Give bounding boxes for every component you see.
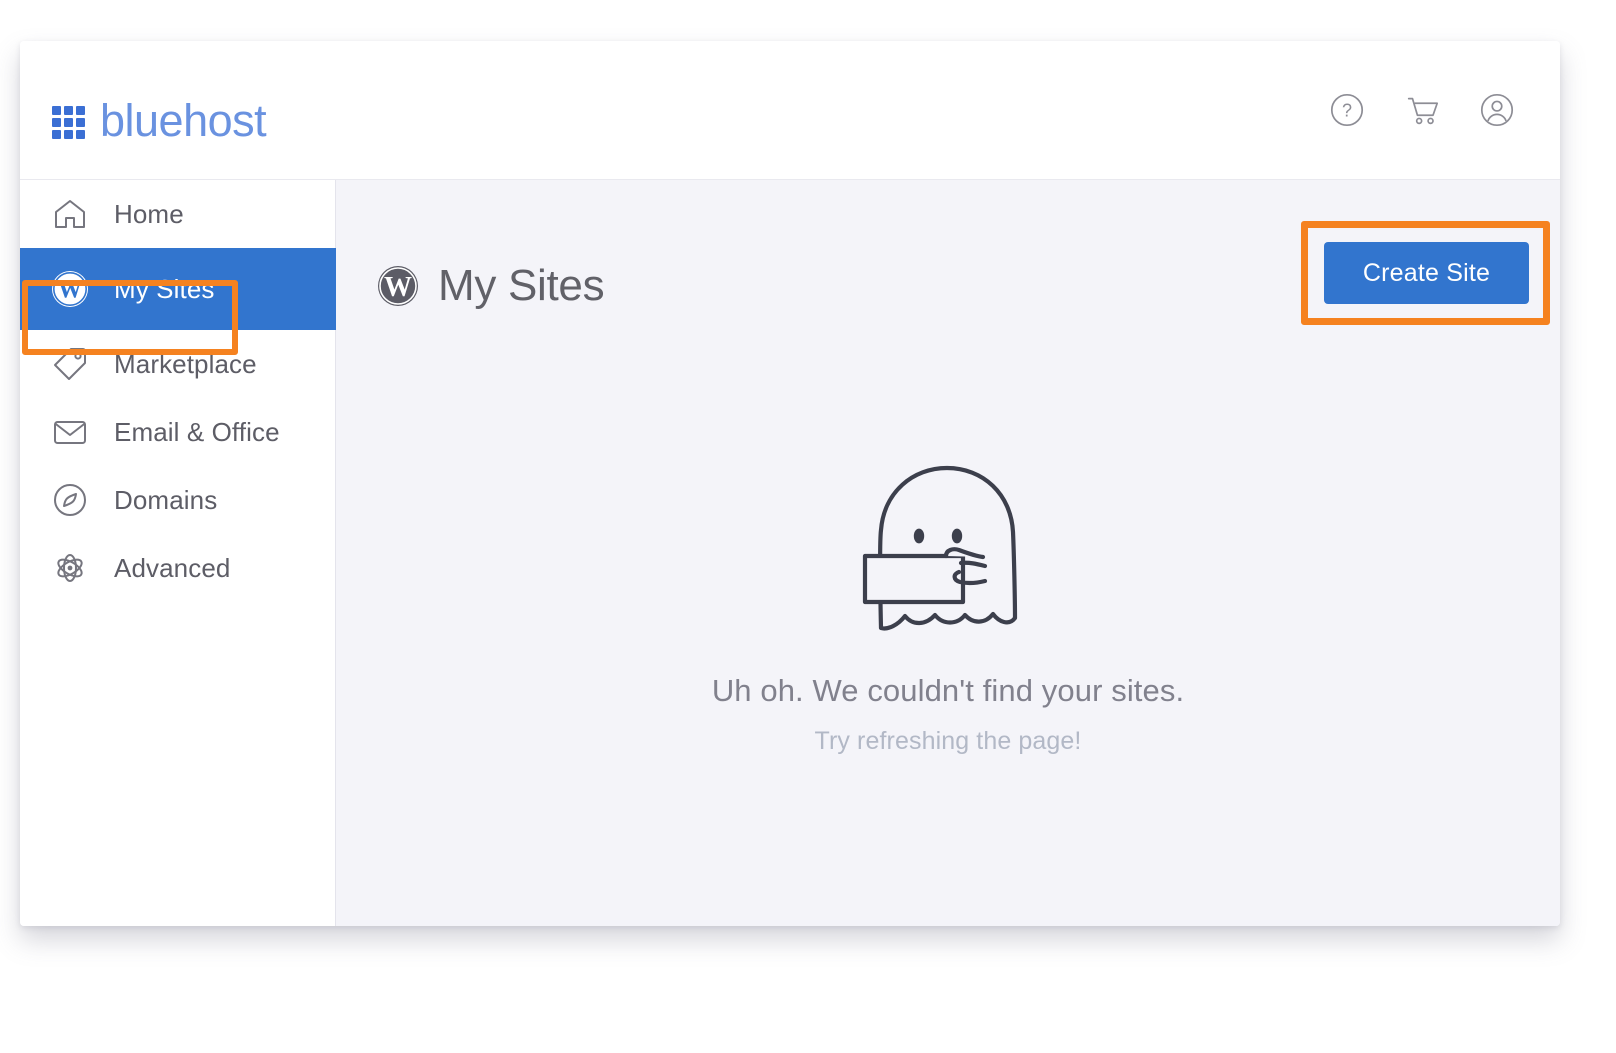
create-site-button[interactable]: Create Site [1324, 242, 1529, 304]
app-window: bluehost ? Home W My Sites Marketplace E… [20, 41, 1560, 926]
sidebar-item-label: Domains [114, 484, 218, 515]
sidebar-item-label: Advanced [114, 552, 231, 583]
empty-state-heading: Uh oh. We couldn't find your sites. [711, 673, 1185, 708]
empty-state: Uh oh. We couldn't find your sites. Try … [336, 450, 1560, 756]
compass-icon [50, 480, 90, 520]
ghost-illustration-wrap [336, 450, 1560, 635]
sidebar-item-label: Email & Office [114, 416, 280, 447]
top-bar-actions: ? [1328, 91, 1516, 129]
sidebar-item-my-sites[interactable]: W My Sites [20, 248, 336, 330]
atom-icon [50, 548, 90, 588]
cart-icon[interactable] [1403, 91, 1441, 129]
sidebar-item-marketplace[interactable]: Marketplace [20, 330, 335, 398]
bluehost-logo[interactable]: bluehost [52, 95, 267, 147]
account-icon[interactable] [1478, 91, 1516, 129]
sidebar-item-label: Marketplace [114, 348, 257, 379]
wordpress-icon: W [376, 264, 420, 308]
svg-text:W: W [58, 278, 82, 304]
svg-text:?: ? [1342, 101, 1352, 121]
ghost-holding-sign-icon [862, 465, 1018, 631]
sidebar-item-advanced[interactable]: Advanced [20, 534, 335, 602]
sidebar-item-label: My Sites [114, 273, 215, 304]
grid-9-squares-icon [52, 106, 85, 139]
wordpress-icon: W [50, 269, 90, 309]
screenshot-root: bluehost ? Home W My Sites Marketplace E… [0, 0, 1616, 1053]
top-bar: bluehost ? [20, 41, 1560, 180]
home-icon [50, 194, 90, 234]
help-icon[interactable]: ? [1328, 91, 1366, 129]
body-area: Home W My Sites Marketplace Email & Offi… [20, 180, 1560, 926]
main-content: W My Sites Create Site Uh oh. We couldn'… [336, 180, 1560, 926]
page-title: My Sites [438, 261, 605, 311]
sidebar: Home W My Sites Marketplace Email & Offi… [20, 180, 336, 926]
sidebar-item-email-office[interactable]: Email & Office [20, 398, 335, 466]
brand-name: bluehost [100, 95, 267, 146]
sidebar-item-label: Home [114, 198, 184, 229]
sidebar-item-home[interactable]: Home [20, 180, 335, 248]
envelope-icon [50, 412, 90, 452]
empty-state-subtext: Try refreshing the page! [814, 727, 1082, 755]
sidebar-item-domains[interactable]: Domains [20, 466, 335, 534]
page-header: W My Sites [376, 235, 605, 338]
tag-icon [50, 344, 90, 384]
svg-text:W: W [384, 272, 412, 303]
